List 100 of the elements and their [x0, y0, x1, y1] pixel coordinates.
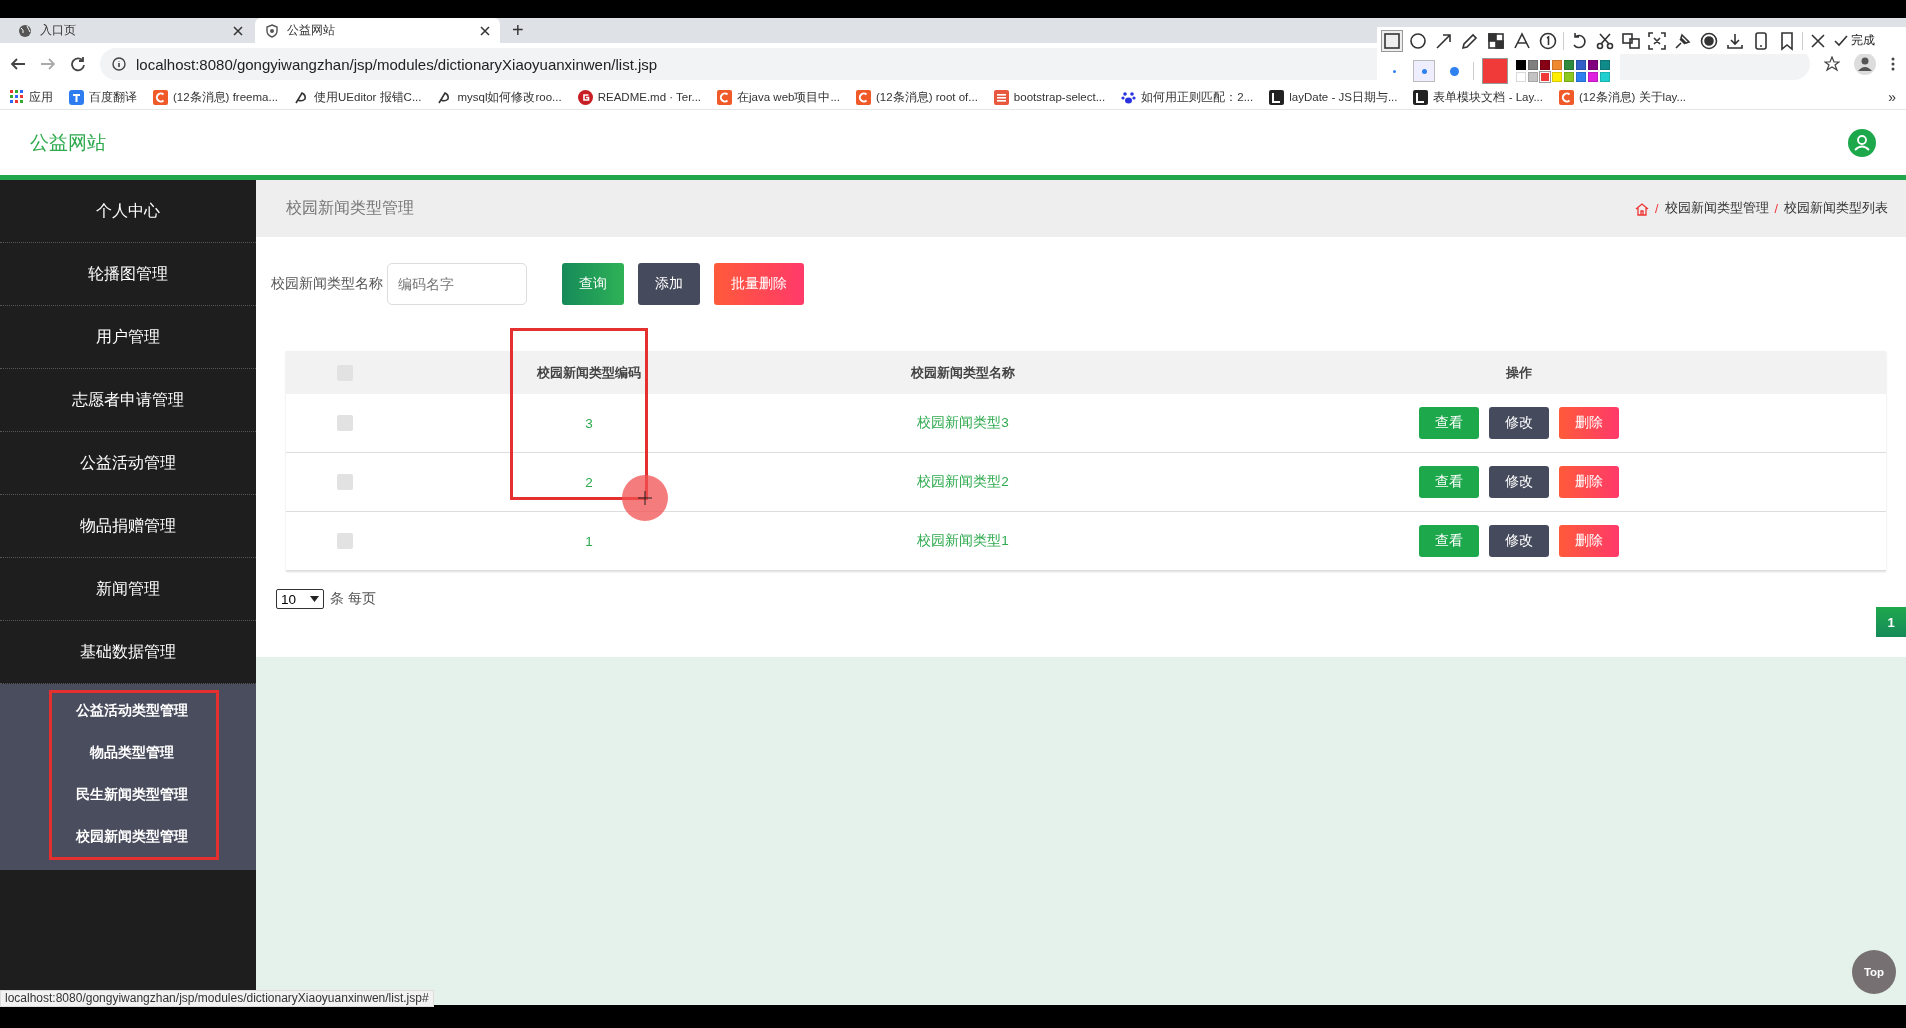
row-checkbox[interactable]: [337, 415, 353, 431]
site-title: 公益网站: [30, 130, 106, 155]
shield-icon: [265, 23, 279, 38]
bookmark-item[interactable]: 表单模块文档 - Lay...: [1413, 89, 1543, 105]
text-tool-icon: [1512, 30, 1532, 51]
mosaic-icon: [1486, 30, 1506, 51]
color-swatch[interactable]: [1600, 60, 1610, 70]
edit-button[interactable]: 修改: [1489, 525, 1549, 557]
breadcrumb-item[interactable]: 校园新闻类型列表: [1784, 200, 1888, 217]
ellipse-tool-icon: [1408, 30, 1428, 51]
bookmark-item[interactable]: (12条消息) root of...: [856, 89, 978, 105]
edit-button[interactable]: 修改: [1489, 407, 1549, 439]
paw-icon: [1121, 89, 1137, 105]
close-icon[interactable]: [480, 25, 490, 36]
color-swatch[interactable]: [1588, 60, 1598, 70]
dot-icon: [1449, 66, 1459, 76]
g-logo-icon: [577, 89, 593, 105]
breadcrumb-separator: /: [1655, 201, 1659, 216]
bookmark-item[interactable]: README.md · Ter...: [577, 89, 702, 105]
capture-icon: [1647, 30, 1667, 51]
done-button[interactable]: 完成: [1833, 32, 1875, 49]
submenu-item[interactable]: 校园新闻类型管理: [0, 816, 256, 858]
add-button[interactable]: 添加: [638, 263, 700, 305]
c-logo-icon: [717, 89, 733, 105]
table-cell: 2: [585, 474, 593, 490]
book-logo-icon: [993, 89, 1009, 105]
bookmark-item[interactable]: 在java web项目中...: [717, 89, 840, 105]
color-swatch[interactable]: [1516, 60, 1526, 70]
toolbar-button[interactable]: [1646, 29, 1668, 52]
more-bookmarks-button[interactable]: »: [1888, 89, 1896, 105]
table-cell: 1: [585, 533, 593, 549]
close-icon[interactable]: [233, 25, 243, 36]
rectangle-tool-icon: [1382, 30, 1402, 51]
status-url: localhost:8080/gongyiwangzhan/jsp/modules/dictionaryXiaoyuanxinwen/list.jsp#: [0, 990, 434, 1007]
edit-button[interactable]: 修改: [1489, 466, 1549, 498]
dot-icon: [1421, 68, 1427, 74]
profile-icon[interactable]: [1854, 53, 1876, 75]
color-swatch[interactable]: [1552, 60, 1562, 70]
bookmark-item[interactable]: layDate - JS日期与...: [1269, 89, 1398, 105]
page-button[interactable]: 1: [1876, 607, 1906, 637]
reload-icon[interactable]: [70, 56, 86, 72]
user-avatar-icon[interactable]: [1848, 128, 1876, 157]
color-swatch[interactable]: [1528, 72, 1538, 82]
color-swatch[interactable]: [1528, 60, 1538, 70]
color-swatch[interactable]: [1576, 72, 1586, 82]
bookmark-item[interactable]: 使用UEditor 报错C...: [294, 89, 422, 105]
toolbar-button[interactable]: [1381, 29, 1403, 52]
row-checkbox[interactable]: [337, 474, 353, 490]
bookmark-item[interactable]: (12条消息) freema...: [153, 89, 279, 105]
bookmark-item[interactable]: bootstrap-select...: [993, 89, 1106, 105]
search-button[interactable]: 查询: [562, 263, 624, 305]
row-checkbox[interactable]: [337, 533, 353, 549]
bookmark-item[interactable]: (12条消息) 关于lay...: [1558, 89, 1687, 105]
color-swatch[interactable]: [1564, 60, 1574, 70]
dot-icon: [1392, 69, 1396, 73]
submenu-item[interactable]: 物品类型管理: [0, 732, 256, 774]
search-label: 校园新闻类型名称: [271, 275, 383, 293]
forward-icon[interactable]: [40, 56, 56, 72]
menu-icon[interactable]: [1890, 56, 1896, 72]
table-cell: 校园新闻类型2: [917, 474, 1009, 489]
color-swatch[interactable]: [1600, 72, 1610, 82]
color-swatch[interactable]: [1576, 60, 1586, 70]
color-swatch[interactable]: [1552, 72, 1562, 82]
bookmark-item[interactable]: 百度翻译: [69, 89, 137, 105]
bookmark-item[interactable]: 如何用正则匹配：2...: [1121, 89, 1254, 105]
numbered-marker-icon: [1538, 30, 1558, 51]
page-size-label: 条 每页: [330, 590, 376, 608]
bookmark-item[interactable]: 应用: [10, 89, 53, 105]
globe-icon: [18, 23, 32, 38]
browser-tab[interactable]: 公益网站: [255, 18, 500, 43]
info-icon: [112, 57, 126, 71]
table-cell: 校园新闻类型3: [917, 415, 1009, 430]
lay-logo-icon: [1413, 89, 1429, 105]
crosshair-cursor-icon: [622, 475, 668, 521]
page-title: 校园新闻类型管理: [286, 198, 414, 218]
search-field[interactable]: 编码名字: [387, 263, 527, 305]
translate-icon: [1621, 30, 1641, 51]
color-swatch[interactable]: [1564, 72, 1574, 82]
home-icon[interactable]: [1635, 201, 1650, 216]
submenu-item[interactable]: 民生新闻类型管理: [0, 774, 256, 816]
color-swatch[interactable]: [1516, 72, 1526, 82]
c-logo-icon: [1558, 89, 1574, 105]
current-color-swatch[interactable]: [1482, 58, 1508, 84]
back-icon[interactable]: [10, 56, 26, 72]
lay-logo-icon: [1269, 89, 1285, 105]
page-size-select[interactable]: 10: [276, 589, 324, 609]
submenu-item[interactable]: 公益活动类型管理: [0, 690, 256, 732]
color-swatch[interactable]: [1588, 72, 1598, 82]
brush-size-button[interactable]: [1413, 60, 1435, 82]
translate-icon: [69, 89, 84, 105]
breadcrumb-separator: /: [1774, 201, 1778, 216]
c-logo-icon: [856, 89, 871, 105]
color-swatch[interactable]: [1540, 60, 1550, 70]
record-icon: [1699, 30, 1719, 51]
new-tab-button[interactable]: +: [502, 18, 534, 43]
browser-tab[interactable]: 入口页: [8, 18, 253, 43]
breadcrumb-item[interactable]: 校园新闻类型管理: [1664, 200, 1769, 217]
column-header: 操作: [1505, 363, 1533, 382]
star-icon[interactable]: [1824, 56, 1840, 72]
bookmark-item[interactable]: mysql如何修改roo...: [437, 89, 562, 105]
